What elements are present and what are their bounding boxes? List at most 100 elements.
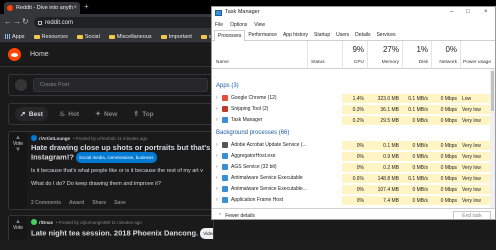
bookmark-miscellaneous[interactable]: Miscellaneous (108, 34, 152, 40)
end-task-button[interactable]: End task (453, 211, 491, 219)
reload-icon[interactable]: ↻ (22, 17, 29, 27)
award-button[interactable]: Award (69, 200, 84, 206)
process-net-cell: 0 Mbps (431, 174, 460, 183)
process-disk-cell: 0.1 MB/s (402, 105, 431, 114)
menu-view[interactable]: View (254, 22, 265, 28)
tab-users[interactable]: Users (333, 30, 352, 41)
bookmark-resources[interactable]: Resources (33, 34, 68, 40)
col-memory[interactable]: 27% Memory (367, 41, 402, 69)
address-bar[interactable]: reddit.com (34, 17, 214, 28)
subreddit-link[interactable]: r/Dnas (39, 220, 53, 225)
process-cpu-cell: 0% (342, 163, 367, 172)
col-disk[interactable]: 1% Disk (402, 41, 431, 69)
process-row[interactable]: › Snipping Tool (2) 0.3% 36.1 MB 0.1 MB/s 0 M… (212, 105, 495, 114)
process-row[interactable]: › Antimalware Service Executable... 0% 107.… (212, 185, 495, 194)
bookmark-apps[interactable]: Apps (5, 34, 25, 40)
process-row[interactable]: › Task Manager 0.2% 29.5 MB 0 MB/s 0 Mbps Very… (212, 116, 495, 125)
scrollbar-thumb[interactable] (491, 71, 494, 111)
sort-best-button[interactable]: ➚ Best (15, 107, 48, 121)
process-row[interactable]: › Google Chrome (12) 1.4% 323.0 MB 0.1 MB/s 0… (212, 94, 495, 103)
menu-file[interactable]: File (215, 22, 223, 28)
process-name: Antimalware Service Executable... (231, 186, 307, 192)
comments-button[interactable]: 2 Comments (31, 200, 61, 206)
top-icon: ⇑ (133, 111, 140, 118)
tab-app-history[interactable]: App history (280, 30, 311, 41)
process-name-cell: › Snipping Tool (2) (216, 106, 268, 112)
process-name-cell: › Antimalware Service Executable... (216, 186, 307, 192)
process-cpu-cell: 0.6% (342, 174, 367, 183)
process-row[interactable]: › Application Frame Host 0% 7.4 MB 0 MB/s 0 M… (212, 196, 495, 205)
column-headers: Name Status 9% CPU 27% Memory 1% Disk 0% Net… (212, 41, 495, 69)
close-icon[interactable]: × (484, 9, 488, 15)
sort-hot-button[interactable]: ♨ Hot (54, 107, 84, 121)
avatar[interactable] (15, 79, 27, 91)
subreddit-link[interactable]: r/ArtistLounge (39, 136, 70, 141)
process-net-cell: 0 Mbps (431, 116, 460, 125)
process-mem-cell: 148.8 MB (367, 174, 402, 183)
process-row[interactable]: › Adobe Acrobat Update Service (... 0% 0.1 … (212, 141, 495, 150)
bookmark-important[interactable]: Important (160, 33, 192, 40)
col-status[interactable]: Status (307, 41, 342, 69)
home-dropdown[interactable]: Home (30, 51, 49, 58)
post-card[interactable]: ▲ Vote ▼ r/ArtistLounge • Posted by u/Ye… (8, 131, 214, 210)
process-row[interactable]: › AGS Service (32 bit) 0% 0.2 MB 0 MB/s 0 Mbp… (212, 163, 495, 172)
menu-options[interactable]: Options (230, 22, 247, 28)
col-name[interactable]: Name (212, 41, 307, 69)
back-icon[interactable]: ← (4, 17, 12, 27)
process-disk-cell: 0.1 MB/s (402, 94, 431, 103)
process-disk-cell: 0 MB/s (402, 185, 431, 194)
lock-icon (38, 20, 42, 25)
post-meta: r/ArtistLounge • Posted by u/Yesbab 11 m… (31, 135, 147, 141)
share-button[interactable]: Share (92, 200, 106, 206)
forward-icon[interactable]: → (13, 17, 21, 27)
tab-title: Reddit - Dive into anything (16, 5, 74, 11)
tab-startup[interactable]: Startup (311, 30, 333, 41)
downvote-icon[interactable]: ▼ (9, 147, 27, 153)
col-power[interactable]: Power usage (460, 41, 492, 69)
process-name: AGS Service (32 bit) (231, 164, 277, 170)
close-tab-icon[interactable]: × (73, 5, 77, 11)
process-net-cell: 0 Mbps (431, 163, 460, 172)
bookmark-label: Important (168, 33, 192, 40)
post-title[interactable]: Hate drawing close up shots or portraits… (31, 143, 213, 152)
tab-performance[interactable]: Performance (245, 30, 280, 41)
post-flair[interactable]: Video (200, 228, 213, 239)
post-meta: r/Dnas • Posted by u/jrumungmt88 11 minu… (31, 219, 142, 225)
col-total: 0% (445, 45, 457, 54)
fewer-details-button[interactable]: ⌃ Fewer details (218, 213, 255, 219)
url-text: reddit.com (45, 19, 74, 26)
post-flair[interactable]: Social media, commissions, business (76, 152, 157, 163)
sort-label: Hot (68, 110, 80, 118)
task-manager-titlebar[interactable]: Task Manager – □ × (212, 7, 495, 20)
bookmark-social[interactable]: Social (76, 34, 100, 40)
folder-icon (76, 34, 83, 39)
process-power-cell: Very low (460, 196, 492, 205)
post-title-cont[interactable]: Instagram!? Social media, commissions, b… (31, 152, 157, 163)
post-actions: 2 Comments Award Share Save (31, 200, 126, 206)
apps-group-header[interactable]: Apps (3) (216, 83, 239, 89)
reddit-logo-icon[interactable] (8, 48, 21, 61)
create-post-input[interactable]: Create Post (33, 78, 208, 92)
sort-top-button[interactable]: ⇑ Top (128, 107, 158, 121)
minimize-icon[interactable]: – (450, 9, 453, 15)
browser-tab[interactable]: Reddit - Dive into anything × (4, 2, 80, 14)
window-title: Task Manager (225, 9, 260, 15)
post-title[interactable]: Late night tea session. 2018 Phoenix Dan… (31, 228, 213, 239)
sort-new-button[interactable]: ✦ New (90, 107, 122, 121)
tab-services[interactable]: Services (373, 30, 398, 41)
scrollbar[interactable] (490, 69, 495, 208)
background-group-header[interactable]: Background processes (66) (216, 130, 289, 136)
process-name-cell: › Antimalware Service Executable (216, 175, 303, 181)
new-tab-icon[interactable]: + (84, 3, 89, 11)
process-row[interactable]: › AggregatorHost.exe 0% 0.9 MB 0 MB/s 0 Mbps V… (212, 152, 495, 161)
process-net-cell: 0 Mbps (431, 105, 460, 114)
tab-details[interactable]: Details (352, 30, 373, 41)
save-button[interactable]: Save (114, 200, 126, 206)
process-row[interactable]: › Antimalware Service Executable 0.6% 148.8… (212, 174, 495, 183)
process-mem-cell: 7.4 MB (367, 196, 402, 205)
col-cpu[interactable]: 9% CPU (342, 41, 367, 69)
process-power-cell: Very low (460, 185, 492, 194)
fewer-details-label: Fewer details (225, 213, 255, 219)
maximize-icon[interactable]: □ (466, 9, 470, 15)
col-network[interactable]: 0% Network (431, 41, 460, 69)
